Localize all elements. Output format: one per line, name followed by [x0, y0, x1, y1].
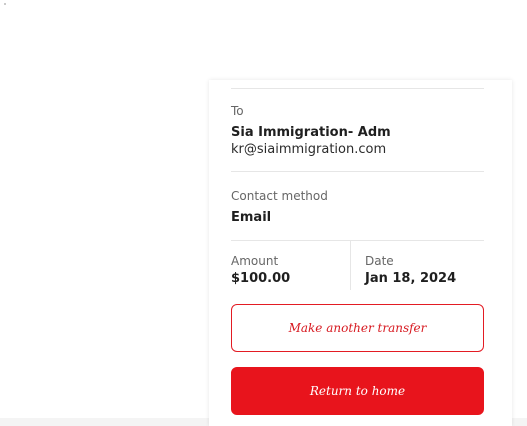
make-another-transfer-button[interactable]: Make another transfer [231, 304, 484, 352]
return-to-home-label: Return to home [309, 384, 406, 398]
return-to-home-button[interactable]: Return to home [231, 367, 484, 415]
contact-method-value: Email [231, 210, 272, 225]
transfer-confirmation-card: To Sia Immigration- Adm kr@siaimmigratio… [209, 80, 512, 426]
contact-divider [231, 240, 484, 241]
amount-label: Amount [231, 254, 279, 268]
to-label: To [231, 104, 244, 118]
recipient-email: kr@siaimmigration.com [231, 142, 387, 157]
amount-value: $100.00 [231, 271, 291, 286]
contact-method-label: Contact method [231, 189, 328, 203]
date-value: Jan 18, 2024 [365, 271, 457, 286]
recipient-divider [231, 171, 484, 172]
stray-dot [4, 3, 6, 5]
make-another-transfer-label: Make another transfer [288, 321, 427, 335]
recipient-name: Sia Immigration- Adm [231, 125, 391, 140]
date-label: Date [365, 254, 394, 268]
top-divider [231, 88, 484, 89]
amount-date-separator [350, 241, 351, 290]
